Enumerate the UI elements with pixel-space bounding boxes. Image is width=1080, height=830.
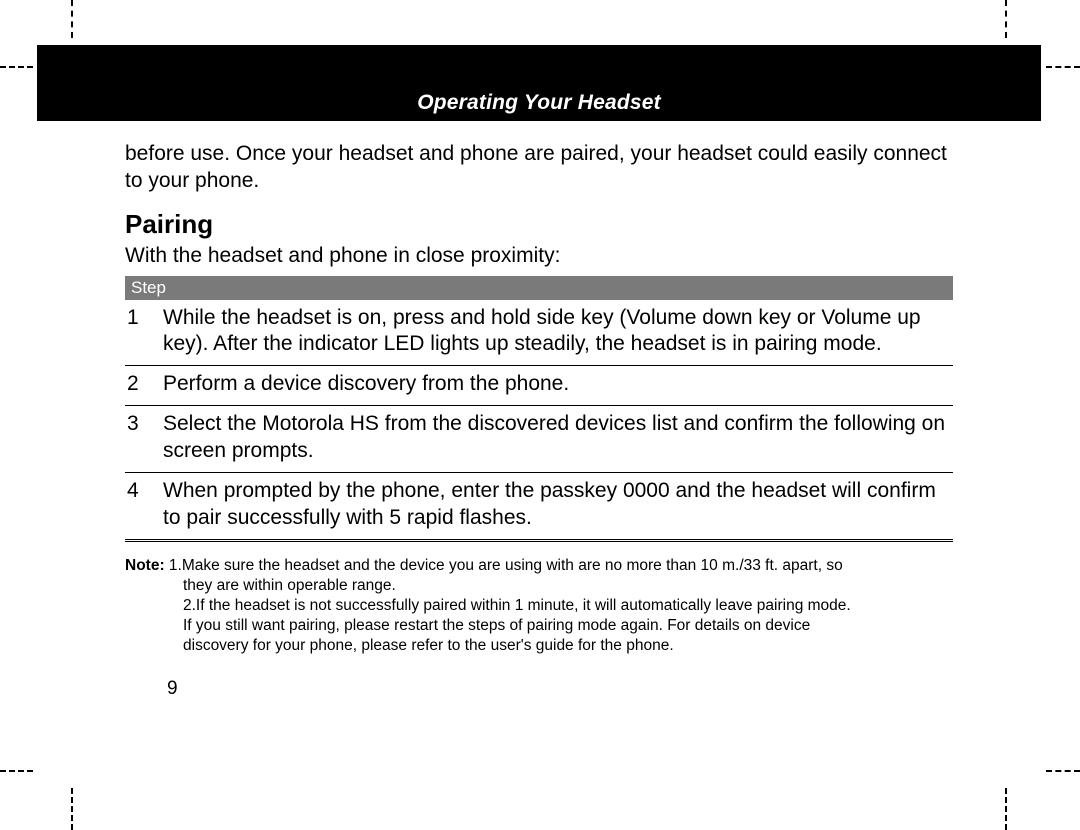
crop-mark [1005, 0, 1007, 38]
note-label: Note: [125, 557, 165, 574]
crop-mark [0, 66, 33, 68]
note-item-1: 1.Make sure the headset and the device y… [169, 557, 843, 574]
step-number: 1 [125, 300, 161, 366]
step-text: When prompted by the phone, enter the pa… [161, 472, 953, 540]
step-text: While the headset is on, press and hold … [161, 300, 953, 366]
crop-mark [1046, 770, 1080, 772]
page-number: 9 [125, 678, 953, 700]
note-item-2-cont: If you still want pairing, please restar… [125, 616, 953, 636]
note-item-2-cont: discovery for your phone, please refer t… [125, 636, 953, 656]
step-table-header: Step [125, 276, 953, 300]
note-item-1-cont: they are within operable range. [125, 576, 953, 596]
step-text: Select the Motorola HS from the discover… [161, 406, 953, 473]
crop-mark [1046, 66, 1080, 68]
note-item-2: 2.If the headset is not successfully pai… [125, 596, 953, 616]
table-row: 4 When prompted by the phone, enter the … [125, 472, 953, 540]
table-row: 1 While the headset is on, press and hol… [125, 300, 953, 366]
note-block: Note: 1.Make sure the headset and the de… [125, 556, 953, 657]
step-text: Perform a device discovery from the phon… [161, 366, 953, 406]
step-number: 2 [125, 366, 161, 406]
crop-mark [1005, 788, 1007, 830]
crop-mark [71, 788, 73, 830]
lead-paragraph: before use. Once your headset and phone … [125, 140, 953, 195]
section-intro: With the headset and phone in close prox… [125, 244, 953, 268]
page-content: before use. Once your headset and phone … [125, 140, 953, 700]
step-table: 1 While the headset is on, press and hol… [125, 300, 953, 542]
step-number: 3 [125, 406, 161, 473]
table-row: 2 Perform a device discovery from the ph… [125, 366, 953, 406]
section-heading: Pairing [125, 209, 953, 240]
manual-page: Operating Your Headset before use. Once … [0, 0, 1080, 830]
crop-mark [0, 770, 33, 772]
step-number: 4 [125, 472, 161, 540]
table-row: 3 Select the Motorola HS from the discov… [125, 406, 953, 473]
crop-mark [71, 0, 73, 38]
section-banner-title: Operating Your Headset [37, 91, 1041, 115]
section-banner: Operating Your Headset [37, 45, 1041, 121]
